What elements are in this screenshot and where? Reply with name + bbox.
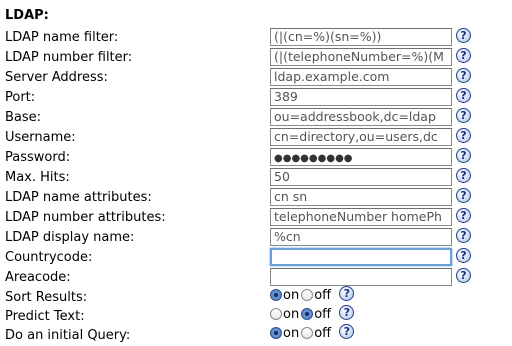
off-label: off [314, 326, 332, 341]
predict-text-off-radio[interactable] [301, 308, 314, 320]
predict-text-label: Predict Text: [5, 309, 85, 324]
row-username: Username: cn=directory,ou=users,dc ? [0, 128, 512, 148]
max-hits-input[interactable]: 50 [270, 168, 452, 186]
password-input[interactable]: ●●●●●●●●● [270, 148, 452, 166]
sort-results-off-radio[interactable] [301, 289, 314, 301]
row-areacode: Areacode: ? [0, 268, 512, 288]
server-address-label: Server Address: [5, 70, 108, 85]
help-icon[interactable]: ? [456, 228, 471, 243]
help-icon[interactable]: ? [456, 68, 471, 83]
password-label: Password: [5, 150, 71, 165]
row-predict-text: Predict Text: on off ? [0, 305, 512, 327]
row-sort-results: Sort Results: on off ? [0, 286, 512, 308]
ldap-settings-form: LDAP: LDAP name filter: (|(cn=%)(sn=%)) … [0, 0, 512, 346]
row-name-attributes: LDAP name attributes: cn sn ? [0, 188, 512, 208]
off-label: off [314, 288, 332, 303]
server-address-input[interactable]: ldap.example.com [270, 68, 452, 86]
row-number-filter: LDAP number filter: (|(telephoneNumber=%… [0, 48, 512, 68]
help-icon[interactable]: ? [339, 305, 355, 320]
sort-results-label: Sort Results: [5, 290, 88, 305]
help-icon[interactable]: ? [456, 188, 471, 203]
display-name-input[interactable]: %cn [270, 228, 452, 246]
help-icon[interactable]: ? [456, 128, 471, 143]
row-port: Port: 389 ? [0, 88, 512, 108]
base-label: Base: [5, 110, 42, 125]
help-icon[interactable]: ? [339, 286, 355, 301]
areacode-input[interactable] [270, 268, 452, 286]
predict-text-on-radio[interactable] [270, 308, 282, 320]
on-label: on [283, 288, 300, 303]
base-input[interactable]: ou=addressbook,dc=ldap [270, 108, 452, 126]
row-name-filter: LDAP name filter: (|(cn=%)(sn=%)) ? [0, 28, 512, 48]
sort-results-radio-group: on off ? [270, 286, 355, 306]
display-name-label: LDAP display name: [5, 230, 135, 245]
initial-query-off-radio[interactable] [301, 327, 314, 339]
row-countrycode: Countrycode: ? [0, 248, 512, 268]
name-attributes-label: LDAP name attributes: [5, 190, 152, 205]
help-icon[interactable]: ? [456, 208, 471, 223]
help-icon[interactable]: ? [339, 324, 355, 339]
help-icon[interactable]: ? [456, 248, 471, 263]
port-input[interactable]: 389 [270, 88, 452, 106]
row-server-address: Server Address: ldap.example.com ? [0, 68, 512, 88]
on-label: on [283, 307, 300, 322]
help-icon[interactable]: ? [456, 48, 471, 63]
port-label: Port: [5, 90, 36, 105]
help-icon[interactable]: ? [456, 148, 471, 163]
number-filter-input[interactable]: (|(telephoneNumber=%)(M [270, 48, 452, 66]
username-input[interactable]: cn=directory,ou=users,dc [270, 128, 452, 146]
row-number-attributes: LDAP number attributes: telephoneNumber … [0, 208, 512, 228]
name-filter-input[interactable]: (|(cn=%)(sn=%)) [270, 28, 452, 46]
off-label: off [314, 307, 332, 322]
help-icon[interactable]: ? [456, 168, 471, 183]
number-attributes-input[interactable]: telephoneNumber homePh [270, 208, 452, 226]
help-icon[interactable]: ? [456, 28, 471, 43]
countrycode-label: Countrycode: [5, 250, 93, 265]
max-hits-label: Max. Hits: [5, 170, 70, 185]
number-attributes-label: LDAP number attributes: [5, 210, 166, 225]
name-filter-label: LDAP name filter: [5, 30, 119, 45]
row-display-name: LDAP display name: %cn ? [0, 228, 512, 248]
number-filter-label: LDAP number filter: [5, 50, 133, 65]
initial-query-label: Do an initial Query: [5, 328, 131, 343]
section-title: LDAP: [5, 8, 49, 23]
sort-results-on-radio[interactable] [270, 289, 282, 301]
on-label: on [283, 326, 300, 341]
row-base: Base: ou=addressbook,dc=ldap ? [0, 108, 512, 128]
help-icon[interactable]: ? [456, 88, 471, 103]
help-icon[interactable]: ? [456, 268, 471, 283]
predict-text-radio-group: on off ? [270, 305, 355, 325]
initial-query-on-radio[interactable] [270, 327, 282, 339]
row-password: Password: ●●●●●●●●● ? [0, 148, 512, 168]
row-max-hits: Max. Hits: 50 ? [0, 168, 512, 188]
name-attributes-input[interactable]: cn sn [270, 188, 452, 206]
initial-query-radio-group: on off ? [270, 324, 355, 344]
help-icon[interactable]: ? [456, 108, 471, 123]
username-label: Username: [5, 130, 76, 145]
row-initial-query: Do an initial Query: on off ? [0, 324, 512, 346]
countrycode-input[interactable] [270, 248, 452, 266]
areacode-label: Areacode: [5, 270, 71, 285]
